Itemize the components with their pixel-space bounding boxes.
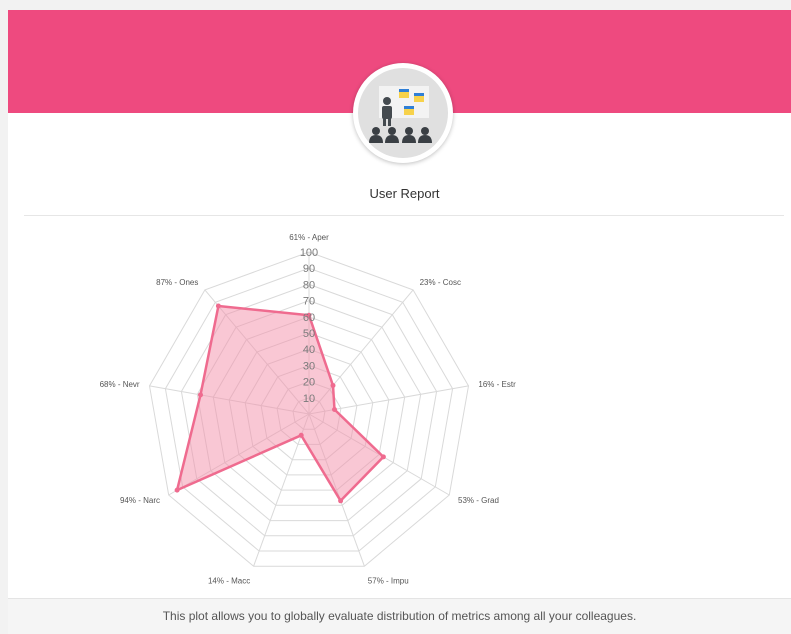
tick-label: 70	[303, 296, 315, 308]
footer-text: This plot allows you to globally evaluat…	[162, 609, 637, 623]
axis-label: 94% - Narc	[120, 496, 160, 505]
tick-label: 90	[303, 263, 315, 275]
series-area	[175, 304, 385, 503]
data-point	[198, 392, 203, 398]
data-point	[298, 432, 304, 438]
divider	[24, 215, 784, 216]
axis-label: 53% - Grad	[458, 496, 499, 505]
axis-label: 16% - Estr	[478, 380, 516, 389]
tick-label: 100	[300, 247, 318, 259]
data-point	[330, 383, 336, 388]
avatar	[353, 63, 453, 163]
tick-label: 10	[303, 393, 315, 405]
data-point	[338, 498, 344, 504]
report-card: User Report 10 20 30 40 50 60 70 80 90 100 61% - A…	[8, 10, 791, 634]
data-point	[174, 487, 180, 493]
tick-label: 80	[303, 279, 315, 291]
radar-chart: 10 20 30 40 50 60 70 80 90 100 61% - Aper 23% - Cos…	[100, 233, 516, 586]
axis-label: 57% - Impu	[368, 577, 409, 586]
axis-label: 14% - Macc	[208, 577, 250, 586]
axis-label: 87% - Ones	[156, 278, 198, 287]
tick-label: 20	[303, 377, 315, 389]
footer: This plot allows you to globally evaluat…	[8, 598, 791, 634]
axis-label: 68% - Nevr	[100, 380, 140, 389]
data-point	[215, 303, 221, 309]
tick-label: 60	[303, 312, 315, 324]
tick-label: 50	[303, 328, 315, 340]
presentation-audience-icon	[358, 68, 448, 158]
data-point	[380, 454, 386, 460]
tick-label: 40	[303, 344, 315, 356]
tick-label: 30	[303, 360, 315, 372]
axis-label: 61% - Aper	[289, 233, 329, 242]
report-title: User Report	[369, 186, 440, 201]
axis-label: 23% - Cosc	[420, 278, 461, 287]
data-point	[332, 407, 337, 412]
